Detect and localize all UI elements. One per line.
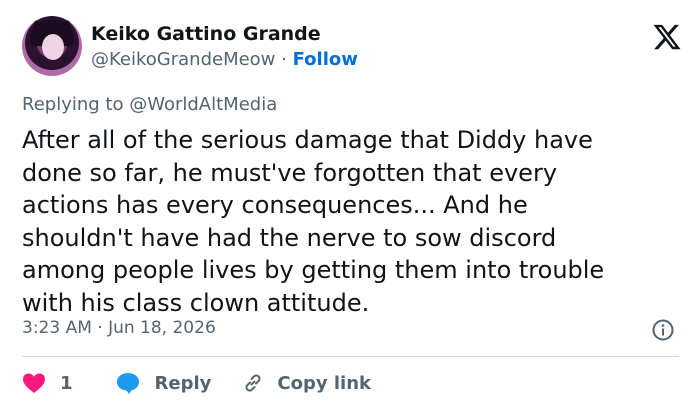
author-handle-row: @KeikoGrandeMeow · Follow [91, 49, 358, 70]
action-bar: 1 Reply Copy link [22, 368, 371, 398]
avatar[interactable] [22, 16, 82, 76]
tweet-header: Keiko Gattino Grande @KeikoGrandeMeow · … [22, 16, 682, 78]
reply-bubble-icon [116, 373, 139, 394]
author-handle[interactable]: @KeikoGrandeMeow [91, 49, 275, 70]
tweet-timestamp[interactable]: 3:23 AM · Jun 18, 2026 [22, 318, 216, 338]
replying-to: Replying to @WorldAltMedia [22, 94, 277, 115]
avatar-face [42, 34, 64, 60]
x-logo-icon[interactable] [652, 22, 682, 52]
like-count: 1 [60, 372, 73, 394]
link-icon [245, 374, 261, 392]
copy-link-label: Copy link [277, 372, 371, 394]
reply-button[interactable]: Reply [115, 371, 212, 395]
like-button[interactable]: 1 [22, 372, 73, 394]
divider [22, 356, 679, 357]
copy-link-button[interactable]: Copy link [241, 371, 371, 395]
info-icon[interactable] [651, 318, 675, 342]
replying-mention[interactable]: @WorldAltMedia [129, 94, 277, 115]
handle-separator: · [281, 49, 287, 70]
reply-label: Reply [154, 372, 212, 394]
replying-prefix: Replying to [22, 94, 124, 115]
follow-button[interactable]: Follow [293, 49, 358, 70]
tweet-text: After all of the serious damage that Did… [22, 126, 605, 317]
heart-icon [23, 373, 45, 393]
author-name[interactable]: Keiko Gattino Grande [91, 23, 321, 45]
